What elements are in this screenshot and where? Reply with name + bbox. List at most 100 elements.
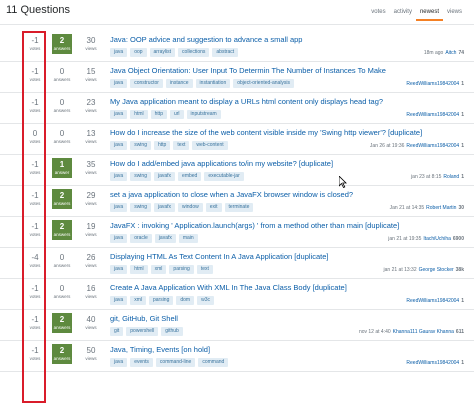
question-tag[interactable]: swing	[130, 203, 151, 212]
question-tag[interactable]: embed	[178, 172, 202, 181]
question-tag[interactable]: object-oriented-analysis	[233, 79, 295, 88]
question-tag[interactable]: text	[196, 265, 213, 274]
question-tag[interactable]: window	[178, 203, 203, 212]
question-title-link[interactable]: How do I increase the size of the web co…	[110, 128, 422, 137]
question-tag[interactable]: dom	[176, 296, 195, 305]
view-number: 26	[86, 253, 96, 262]
question-tag[interactable]: javafx	[154, 234, 176, 243]
question-tag[interactable]: java	[110, 172, 128, 181]
question-tag[interactable]: java	[110, 79, 128, 88]
question-tag[interactable]: instantiation	[195, 79, 231, 88]
question-time: nov 12 at 4:40	[358, 329, 391, 335]
question-meta: ReedWilliams19842004 1	[404, 112, 464, 118]
question-title-link[interactable]: Java, Timing, Events [on hold]	[110, 345, 210, 354]
question-title-link[interactable]: Java Object Orientation: User Input To D…	[110, 66, 386, 75]
question-title-link[interactable]: How do I add/embed java applications to/…	[110, 159, 333, 168]
question-tag[interactable]: terminate	[224, 203, 254, 212]
question-tag[interactable]: swing	[130, 141, 151, 150]
question-tag[interactable]: java	[110, 141, 128, 150]
answer-count: 0 answers	[52, 65, 72, 85]
question-user-link[interactable]: ReedWilliams19842004	[406, 360, 459, 366]
question-tag[interactable]: javafx	[153, 172, 176, 181]
question-tag[interactable]: text	[173, 141, 190, 150]
question-tag[interactable]: command-line	[155, 358, 196, 367]
question-tag[interactable]: java	[110, 265, 128, 274]
view-label: views	[85, 108, 97, 113]
question-tag[interactable]: java	[110, 296, 128, 305]
question-tag[interactable]: instance	[165, 79, 193, 88]
question-tag[interactable]: parsing	[148, 296, 174, 305]
tab-activity[interactable]: activity	[390, 9, 416, 21]
question-user-link[interactable]: Aitch	[445, 50, 456, 56]
question-tag[interactable]: github	[161, 327, 183, 336]
question-tag[interactable]: java	[110, 358, 128, 367]
question-tag[interactable]: command	[198, 358, 229, 367]
question-tag[interactable]: events	[130, 358, 153, 367]
question-tag[interactable]: java	[110, 203, 128, 212]
question-tag[interactable]: oracle	[130, 234, 152, 243]
question-tag[interactable]: http	[153, 141, 171, 150]
question-meta: ReedWilliams19842004 1	[404, 81, 464, 87]
question-tag[interactable]: java	[110, 110, 128, 119]
question-tag[interactable]: swing	[130, 172, 151, 181]
answer-count: 2 answers	[52, 313, 72, 333]
question-tag[interactable]: oop	[130, 48, 147, 57]
vote-count: -1 votes	[24, 65, 46, 83]
question-title-link[interactable]: Create A Java Application With XML In Th…	[110, 283, 347, 292]
question-user-link[interactable]: ReedWilliams19842004	[406, 112, 459, 118]
question-user-link[interactable]: ReedWilliams19842004	[406, 298, 459, 304]
question-title-link[interactable]: set a java application to close when a J…	[110, 190, 353, 199]
question-tag[interactable]: xml	[130, 296, 146, 305]
question-tag[interactable]: java	[110, 48, 128, 57]
question-tag[interactable]: powershell	[126, 327, 159, 336]
question-tag[interactable]: collections	[178, 48, 210, 57]
question-meta: jan 21 at 19:35 ItachiUchiha 6900	[388, 236, 464, 242]
question-user-link[interactable]: George Stocker	[419, 267, 454, 273]
view-label: views	[85, 201, 97, 206]
vote-number: -1	[31, 222, 39, 231]
view-number: 15	[86, 67, 96, 76]
question-time: jan 23 at 8:15	[411, 174, 442, 180]
vote-count: -1 votes	[24, 158, 46, 176]
question-title-link[interactable]: My Java application meant to display a U…	[110, 97, 383, 106]
question-title-link[interactable]: Displaying HTML As Text Content In A Jav…	[110, 252, 328, 261]
question-tag[interactable]: html	[130, 110, 148, 119]
tab-views[interactable]: views	[443, 9, 466, 21]
question-tag[interactable]: executable-jar	[204, 172, 244, 181]
question-time: Jan 21 at 14:35	[389, 205, 425, 211]
question-user-link[interactable]: ReedWilliams19842004	[406, 143, 459, 149]
question-user-link[interactable]: Khanna111 Gaurav Khanna	[393, 329, 454, 335]
question-meta: ReedWilliams19842004 1	[404, 298, 464, 304]
question-tag[interactable]: main	[178, 234, 198, 243]
question-tag[interactable]: parsing	[169, 265, 194, 274]
question-tag[interactable]: git	[110, 327, 124, 336]
question-tag[interactable]: abstract	[212, 48, 239, 57]
question-tag[interactable]: w3c	[197, 296, 215, 305]
question-title-link[interactable]: JavaFX : invoking ' Application.launch(a…	[110, 221, 399, 230]
tab-newest[interactable]: newest	[415, 9, 443, 21]
question-user-link[interactable]: ItachiUchiha	[423, 236, 451, 242]
view-count: 23 views	[80, 96, 102, 114]
question-tag[interactable]: web-content	[192, 141, 228, 150]
answer-number: 2	[59, 36, 65, 45]
question-tag[interactable]: java	[110, 234, 128, 243]
question-tag[interactable]: xml	[150, 265, 167, 274]
tab-votes[interactable]: votes	[367, 9, 389, 21]
question-tag[interactable]: constructor	[130, 79, 163, 88]
question-tags: java swing http text web-content	[110, 141, 231, 150]
question-user-link[interactable]: Roland	[443, 174, 459, 180]
question-user-link[interactable]: Robert Martin	[426, 205, 456, 211]
question-tag[interactable]: http	[150, 110, 167, 119]
question-tag[interactable]: exit	[205, 203, 222, 212]
question-tag[interactable]: arraylist	[149, 48, 176, 57]
question-user-link[interactable]: ReedWilliams19842004	[406, 81, 459, 87]
question-tag[interactable]: url	[169, 110, 184, 119]
vote-label: votes	[29, 170, 41, 175]
question-tag[interactable]: html	[130, 265, 148, 274]
question-tag[interactable]: javafx	[153, 203, 176, 212]
question-title-link[interactable]: git, GitHub, Git Shell	[110, 314, 178, 323]
question-tag[interactable]: inputstream	[186, 110, 221, 119]
question-tags: java swing javafx embed executable-jar	[110, 172, 247, 181]
vote-label: votes	[29, 294, 41, 299]
question-title-link[interactable]: Java: OOP advice and suggestion to advan…	[110, 35, 302, 44]
